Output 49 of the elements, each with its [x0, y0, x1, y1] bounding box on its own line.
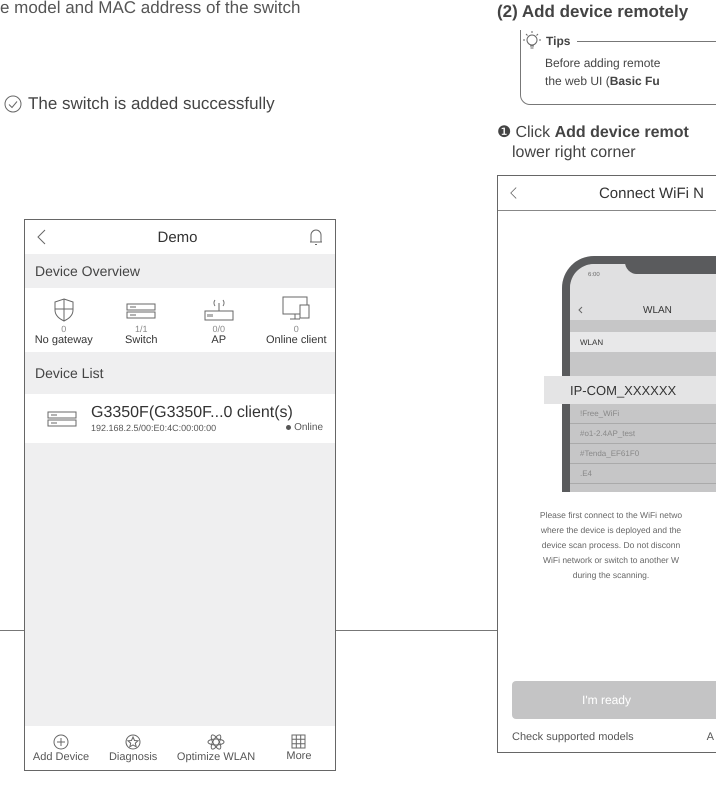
nav-item[interactable]: Optimize WLAN	[169, 734, 263, 762]
router-icon	[204, 298, 234, 322]
network-item[interactable]: IP-COM_XXXXXX	[544, 376, 716, 404]
device-name: G3350F(G3350F...0 client(s)	[91, 404, 294, 422]
step-text: ❶ Click Add device remot	[497, 123, 690, 143]
section-title: Device Overview	[35, 263, 140, 279]
back-icon	[578, 306, 583, 314]
section-title: Device List	[35, 365, 104, 381]
device-count: 0	[61, 324, 66, 334]
plus-circle-icon	[53, 734, 70, 750]
nav-item[interactable]: Diagnosis	[97, 734, 170, 762]
instruction-text: Please first connect to the WiFi netwo	[540, 509, 682, 522]
back-icon[interactable]	[37, 229, 46, 245]
atom-icon	[207, 734, 226, 750]
bell-icon[interactable]	[308, 228, 323, 246]
instruction-text: during the scanning.	[572, 569, 650, 582]
intro-text: e model and MAC address of the switch	[0, 0, 302, 18]
tips-text: the web UI (Basic Fu	[545, 73, 661, 90]
device-type-label: AP	[211, 334, 226, 346]
wlan-label: WLAN	[580, 338, 604, 346]
check-circle-icon	[4, 95, 22, 113]
device-count: 0/0	[212, 324, 225, 334]
step-text: lower right corner	[511, 143, 637, 163]
device-address: 192.168.2.5/00:E0:4C:00:00:00	[91, 422, 216, 432]
screen-title: Connect WiFi N	[598, 184, 704, 202]
device-type-label: Online client	[266, 334, 327, 346]
star-circle-icon	[125, 734, 142, 750]
device-type-label: Switch	[125, 334, 158, 346]
instruction-text: WiFi network or switch to another W	[542, 554, 680, 567]
instruction-text: device scan process. Do not disconn	[542, 539, 680, 552]
tips-title: Tips	[546, 34, 570, 48]
device-status: Online	[286, 422, 323, 433]
back-icon[interactable]	[510, 185, 517, 201]
computer-icon	[281, 296, 312, 322]
device-count: 0	[294, 324, 299, 334]
instruction-text: where the device is deployed and the	[540, 524, 682, 537]
shield-icon	[52, 298, 75, 322]
tips-text: Before adding remote	[545, 55, 662, 72]
screen-title: Demo	[157, 228, 198, 246]
result-text: The switch is added successfully	[28, 94, 275, 114]
grid-icon	[291, 734, 306, 749]
nav-item[interactable]: Add Device	[25, 734, 98, 762]
footer-link[interactable]: A	[706, 731, 714, 743]
device-count: 1/1	[134, 324, 148, 334]
nav-item[interactable]: More	[262, 734, 335, 762]
screen-title: WLAN	[643, 304, 672, 316]
device-type-label: No gateway	[34, 334, 93, 346]
section-heading: (2) Add device remotely	[497, 2, 690, 22]
supported-models-link[interactable]: Check supported models	[512, 731, 634, 743]
